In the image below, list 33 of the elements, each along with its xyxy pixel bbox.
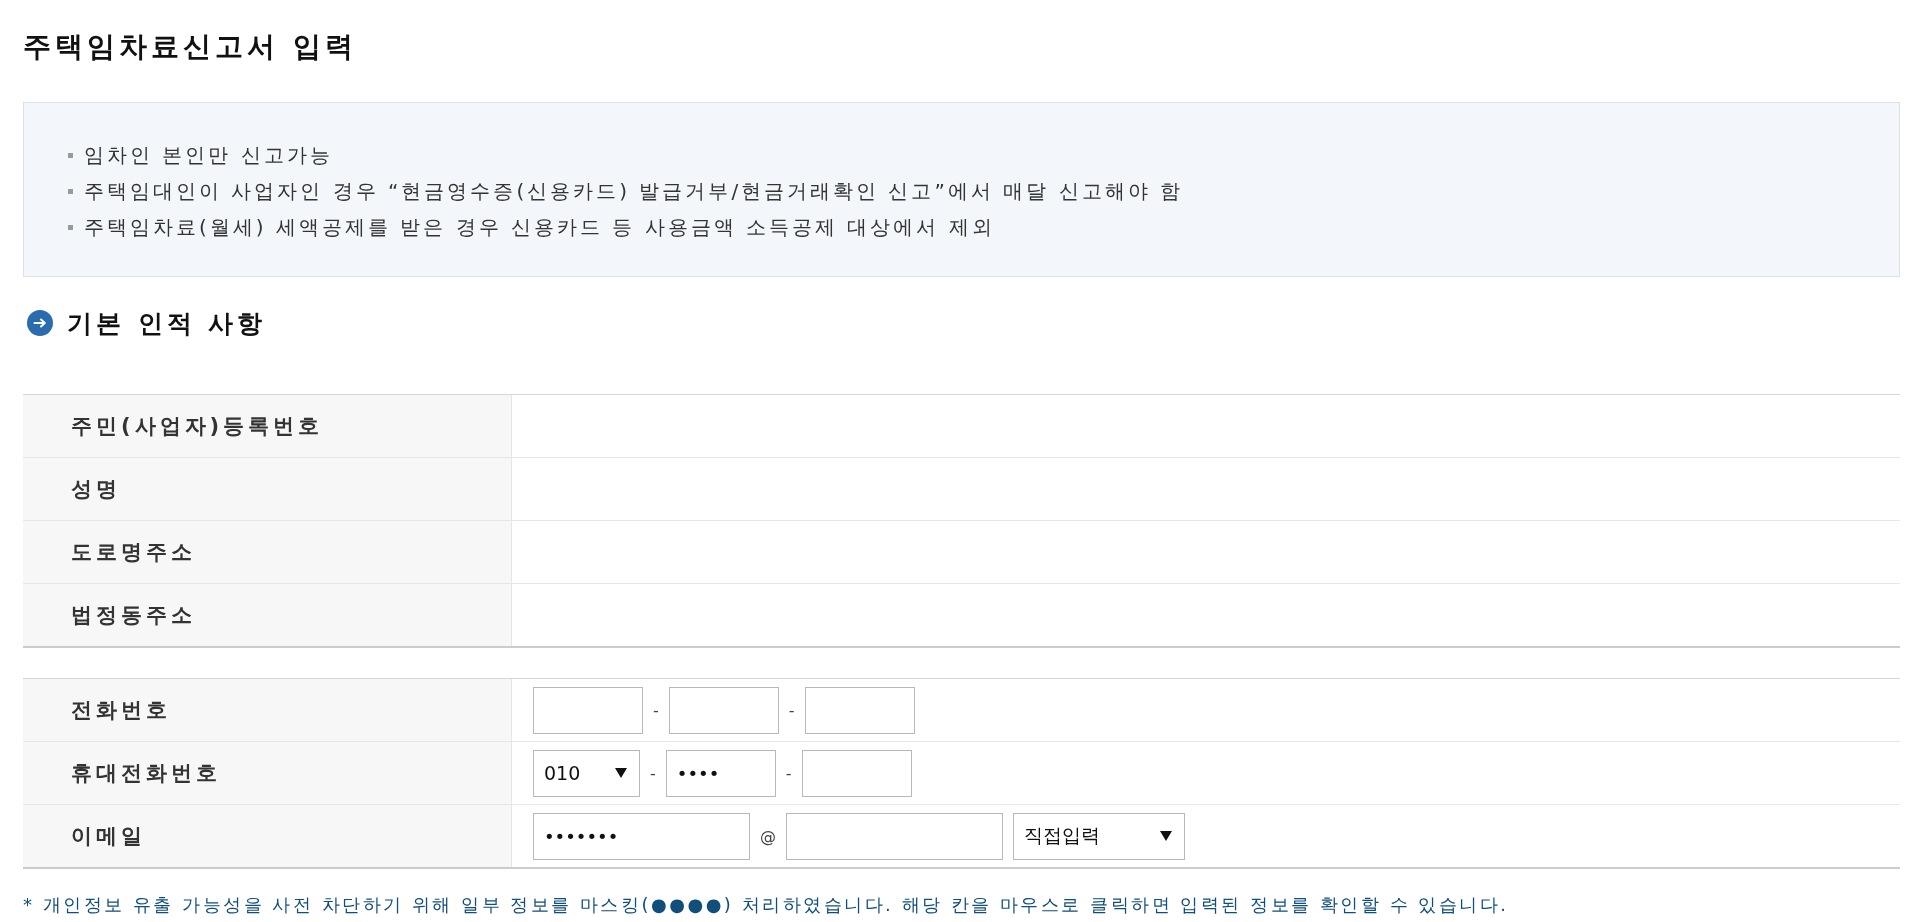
row-label: 도로명주소 [23,521,512,583]
field-separator: - [788,700,795,720]
input-field[interactable] [786,812,1003,860]
row-label: 법정동주소 [23,584,512,646]
row-label: 이메일 [23,805,512,867]
input-field[interactable] [533,686,643,734]
field-separator: - [785,763,792,783]
footnote-text: * 개인정보 유출 가능성을 사전 차단하기 위해 일부 정보를 마스킹(●●●●) 처리하였습니다. 해당 칸을 마우스로 클릭하면 입력된 정보를 확인할 수 있습니다. [23,893,1510,917]
input-field[interactable] [801,749,912,797]
caret-icon [615,768,627,778]
field-separator: @ [760,826,776,846]
notice-text: 임차인 본인만 신고가능 [84,141,333,169]
input-field[interactable]: ••••••• [533,812,750,860]
arrow-circle-icon [27,310,53,336]
bullet-icon [68,152,73,158]
input-field[interactable] [804,686,915,734]
select-field[interactable]: 직접입력 [1013,812,1185,860]
field-separator: - [653,700,659,720]
row-label: 성명 [23,458,512,520]
section-title: 기본 인적 사항 [67,307,267,340]
bullet-icon [68,224,73,230]
bullet-icon [68,188,73,194]
notice-text: 주택임대인이 사업자인 경우 “현금영수증(신용카드) 발급거부/현금거래확인 신고”에서 매달 신고해야 함 [84,177,1183,205]
row-label: 주민(사업자)등록번호 [23,395,512,457]
page-title: 주택임차료신고서 입력 [23,30,357,63]
input-field[interactable]: •••• [665,749,776,797]
row-label: 휴대전화번호 [23,742,512,804]
notice-text: 주택임차료(월세) 세액공제를 받은 경우 신용카드 등 사용금액 소득공제 대상에서 제외 [84,213,995,241]
caret-icon [1160,831,1172,841]
input-field[interactable] [668,686,779,734]
row-label: 전화번호 [23,679,512,741]
select-field[interactable]: 010 [533,749,640,797]
field-separator: - [650,763,656,783]
